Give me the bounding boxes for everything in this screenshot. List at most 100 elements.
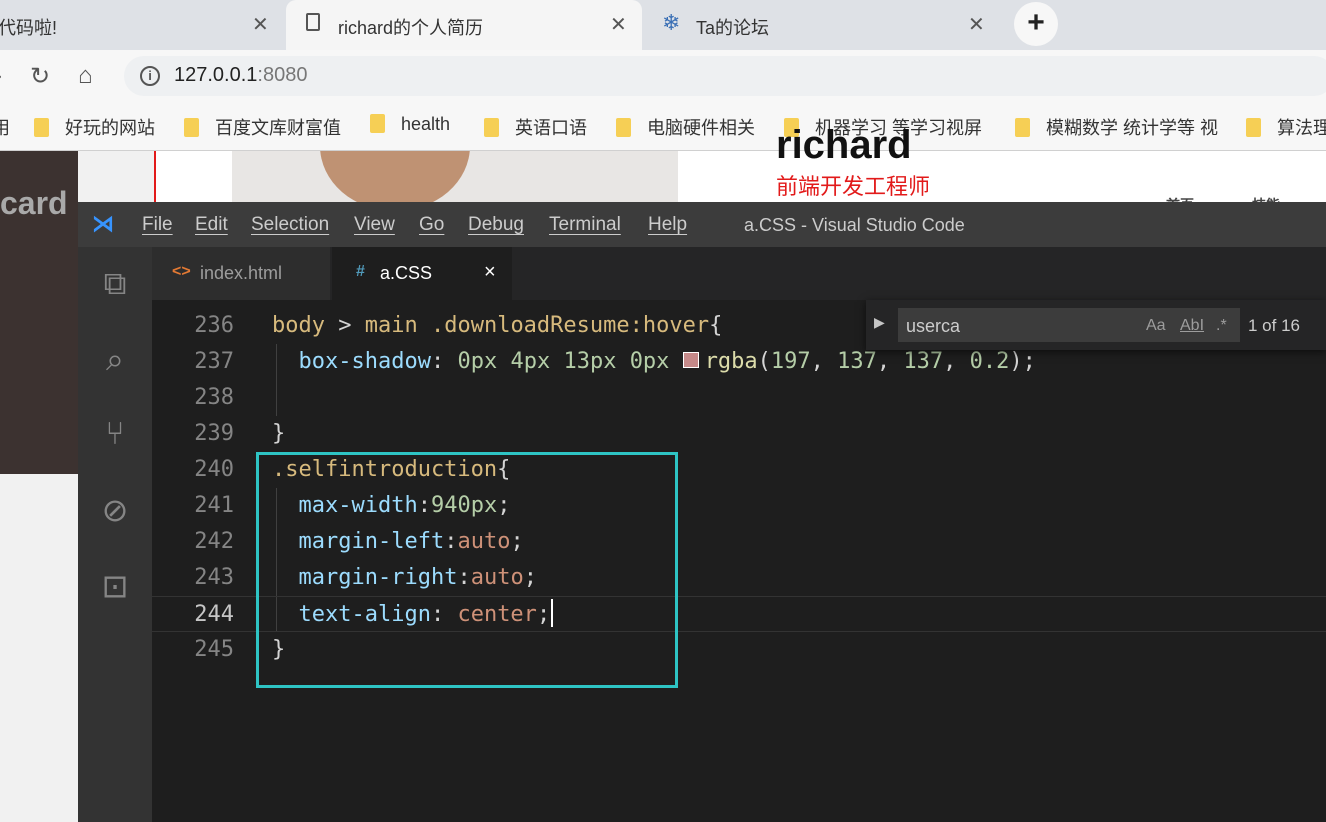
regex-toggle[interactable]: .* <box>1216 317 1227 335</box>
tab-title: Ta的论坛 <box>696 18 770 38</box>
bookmark-folder[interactable]: 电脑硬件相关 <box>616 114 755 140</box>
menu-view[interactable]: View <box>354 214 395 236</box>
folder-icon <box>484 118 499 137</box>
annotation-highlight-box <box>256 452 678 688</box>
window-title: a.CSS - Visual Studio Code <box>744 215 965 235</box>
bookmark-folder[interactable]: 用 <box>0 114 10 140</box>
editor-tab-index-html[interactable]: <> index.html <box>152 247 330 300</box>
code-token: ); <box>1009 349 1036 374</box>
back-icon[interactable]: › <box>0 62 2 90</box>
bookmark-folder[interactable]: 英语口语 <box>484 114 587 140</box>
url-text: 127.0.0.1:8080 <box>174 64 308 86</box>
code-token: , <box>876 349 904 374</box>
photo-caption: card <box>0 185 68 221</box>
menu-edit[interactable]: Edit <box>195 214 228 236</box>
find-input[interactable]: userca Aa AbI .* <box>898 308 1240 342</box>
close-icon[interactable]: × <box>484 261 496 284</box>
editor-tab-a-css[interactable]: # a.CSS × <box>332 247 512 300</box>
browser-tab[interactable]: ❄ Ta的论坛 ✕ <box>650 0 1006 50</box>
close-icon[interactable]: ✕ <box>610 12 627 37</box>
bookmarks-bar: 用 好玩的网站 百度文库财富值 health 英语口语 电脑硬件相关 机器学习 … <box>0 102 1326 151</box>
css-file-icon: # <box>356 263 365 280</box>
editor-tab-label: a.CSS <box>380 263 433 283</box>
home-icon[interactable]: ⌂ <box>78 62 93 90</box>
address-bar[interactable]: i 127.0.0.1:8080 <box>124 56 1326 96</box>
code-text: } <box>272 416 285 452</box>
code-token: box-shadow <box>298 349 431 374</box>
browser-tab-active[interactable]: richard的个人简历 ✕ <box>286 0 642 50</box>
editor-tab-bar: <> index.html # a.CSS × <box>152 247 1326 300</box>
folder-icon <box>34 118 49 137</box>
vscode-logo-icon: ⋊ <box>92 211 114 236</box>
profile-photo: card <box>0 151 78 474</box>
code-token: 0px <box>457 349 498 374</box>
code-token: rgba <box>704 349 758 374</box>
page-icon <box>306 13 320 31</box>
bookmark-folder[interactable]: 百度文库财富值 <box>184 114 341 140</box>
code-line[interactable]: 238 <box>152 380 1326 416</box>
extensions-icon[interactable]: ⊡ <box>78 567 152 605</box>
menu-terminal[interactable]: Terminal <box>549 214 621 236</box>
line-number: 239 <box>194 421 234 446</box>
bookmark-folder[interactable]: 好玩的网站 <box>34 114 155 140</box>
code-text: body > main .downloadResume:hover{ <box>272 308 722 344</box>
info-icon[interactable]: i <box>140 66 160 86</box>
debug-icon[interactable]: ⊘ <box>78 491 152 529</box>
menu-help[interactable]: Help <box>648 214 687 236</box>
portrait-face <box>320 151 470 203</box>
folder-icon <box>1246 118 1261 137</box>
line-number: 237 <box>194 349 234 374</box>
code-token: ( <box>757 349 771 374</box>
code-token: main <box>364 313 418 338</box>
html-file-icon: <> <box>172 263 191 280</box>
whole-word-toggle[interactable]: AbI <box>1180 317 1204 335</box>
browser-toolbar: › ↻ ⌂ i 127.0.0.1:8080 <box>0 50 1326 102</box>
code-token: 137 <box>903 349 944 374</box>
title-bar: ⋊ File Edit Selection View Go Debug Term… <box>78 202 1326 247</box>
code-token: .downloadResume:hover <box>430 313 710 338</box>
close-icon[interactable]: ✕ <box>252 12 269 37</box>
find-query: userca <box>906 316 961 336</box>
browser-tab[interactable]: 代码啦! ✕ <box>0 0 282 50</box>
new-tab-button[interactable]: + <box>1014 2 1058 46</box>
source-control-icon[interactable]: ⑂ <box>78 415 152 452</box>
line-number: 242 <box>194 529 234 554</box>
match-case-toggle[interactable]: Aa <box>1146 317 1166 335</box>
expand-icon[interactable]: ▶ <box>874 314 885 331</box>
line-number: 240 <box>194 457 234 482</box>
code-line[interactable]: 239} <box>152 416 1326 452</box>
folder-icon <box>1015 118 1030 137</box>
explorer-icon[interactable]: ⧉ <box>78 265 152 303</box>
accent-divider <box>154 151 156 203</box>
menu-selection[interactable]: Selection <box>251 214 329 236</box>
reload-icon[interactable]: ↻ <box>30 62 50 91</box>
close-icon[interactable]: ✕ <box>968 12 985 37</box>
line-number: 245 <box>194 637 234 662</box>
find-result-count: 1 of 16 <box>1248 316 1300 335</box>
code-token: > <box>324 313 365 338</box>
code-token: 0px <box>629 349 670 374</box>
menu-debug[interactable]: Debug <box>468 214 524 236</box>
folder-icon <box>184 118 199 137</box>
code-token: 197 <box>770 349 811 374</box>
bookmark-folder[interactable]: 模糊数学 统计学等 视 <box>1015 114 1218 140</box>
bookmark-folder[interactable]: 算法理 <box>1246 114 1326 140</box>
find-widget: ▶ userca Aa AbI .* 1 of 16 <box>866 300 1326 350</box>
tab-title: 代码啦! <box>0 18 58 38</box>
color-swatch[interactable] <box>682 352 699 368</box>
menu-file[interactable]: File <box>142 214 173 236</box>
code-token: body <box>272 313 325 338</box>
search-icon[interactable]: ⌕ <box>78 341 152 379</box>
code-token: 13px <box>563 349 617 374</box>
tab-title: richard的个人简历 <box>338 18 484 38</box>
profile-job-title: 前端开发工程师 <box>776 174 931 199</box>
code-token: 137 <box>837 349 877 374</box>
bookmark-folder[interactable]: health <box>370 114 450 135</box>
menu-go[interactable]: Go <box>419 214 444 236</box>
line-number: 243 <box>194 565 234 590</box>
